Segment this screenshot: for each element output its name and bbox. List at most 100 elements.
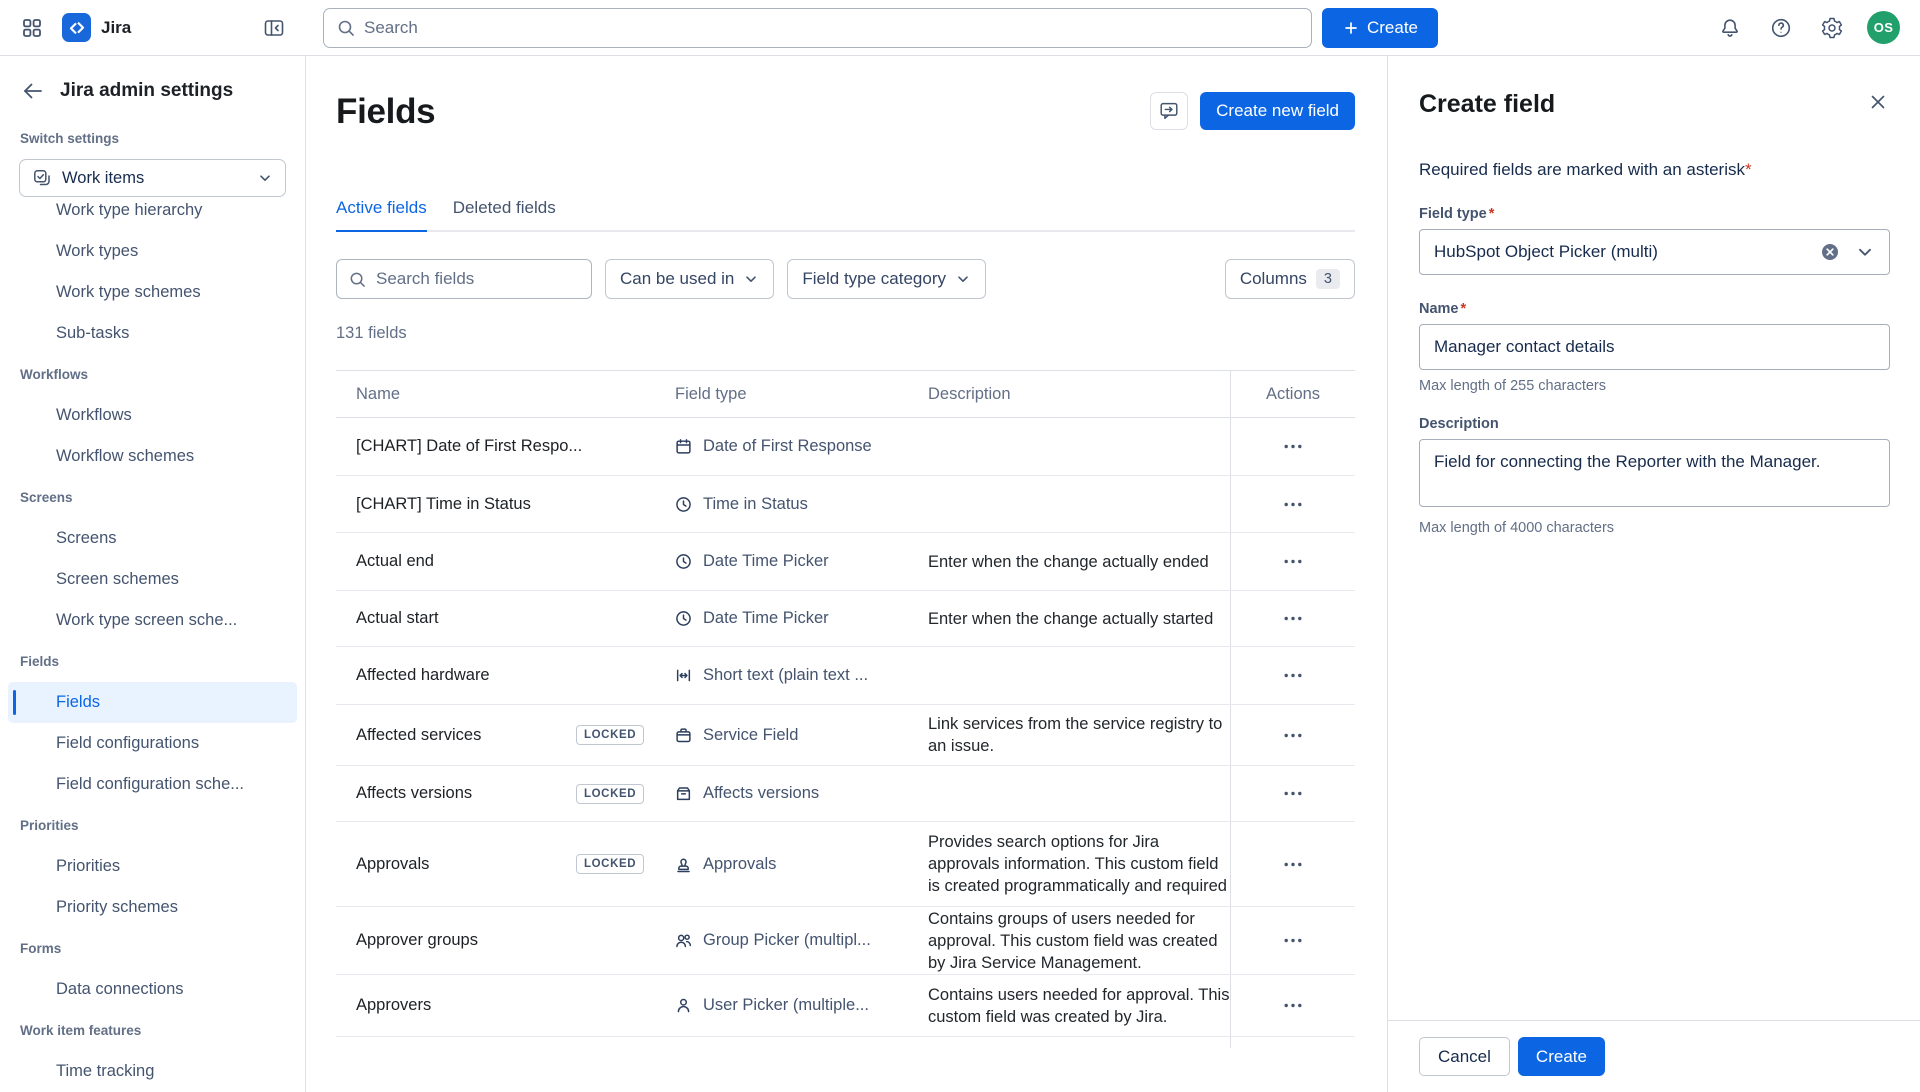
sidebar-item-priority-schemes[interactable]: Priority schemes (0, 887, 305, 928)
notifications-button[interactable] (1714, 12, 1746, 44)
fields-table: Name Field type Description Actions [CHA… (336, 370, 1355, 1048)
admin-sidebar: Jira admin settings Switch settings Work… (0, 56, 306, 1092)
table-row: Affects versions LOCKED Affects versions (336, 766, 1355, 822)
clear-selection-icon[interactable] (1820, 242, 1840, 262)
panel-close-button[interactable] (1862, 86, 1894, 118)
table-row: Affected services LOCKED Service Field L… (336, 705, 1355, 766)
table-row: Approvers User Picker (multiple... Conta… (336, 975, 1355, 1037)
fields-page: Fields Create new field Active (306, 56, 1387, 1092)
name-label: Name* (1419, 301, 1890, 317)
feedback-icon (1158, 100, 1180, 122)
table-row: [CHART] Time in Status Time in Status (336, 476, 1355, 533)
table-row: Affected hardware Short text (plain text… (336, 647, 1355, 705)
panel-collapse-icon (262, 16, 286, 40)
row-actions-button[interactable] (1276, 436, 1310, 457)
page-title: Fields (336, 92, 435, 132)
service-field-icon (675, 727, 692, 744)
back-button[interactable] (20, 78, 46, 104)
global-search-input[interactable] (364, 18, 1299, 38)
row-actions-button[interactable] (1276, 665, 1310, 686)
sidebar-item-work-types[interactable]: Work types (0, 231, 305, 272)
description-textarea[interactable]: Field for connecting the Reporter with t… (1419, 439, 1890, 507)
row-actions-button[interactable] (1276, 551, 1310, 572)
sidebar-item-field-configurations[interactable]: Field configurations (0, 723, 305, 764)
sidebar-section-priorities: Priorities (0, 805, 305, 846)
tab-deleted-fields[interactable]: Deleted fields (453, 198, 556, 230)
settings-switcher-value: Work items (62, 169, 247, 188)
tab-active-fields[interactable]: Active fields (336, 198, 427, 232)
sidebar-item-workflows[interactable]: Workflows (0, 395, 305, 436)
sidebar-collapse-button[interactable] (258, 12, 290, 44)
name-input[interactable] (1419, 324, 1890, 370)
sidebar-item-work-type-hierarchy[interactable]: Work type hierarchy (0, 190, 305, 231)
top-bar: Jira Create (0, 0, 1920, 56)
sidebar-item-field-configuration-schemes[interactable]: Field configuration sche... (0, 764, 305, 805)
chevron-down-icon (257, 170, 273, 186)
settings-button[interactable] (1816, 12, 1848, 44)
columns-count-badge: 3 (1316, 269, 1340, 289)
global-search[interactable] (323, 8, 1312, 48)
sidebar-item-work-type-screen-schemes[interactable]: Work type screen sche... (0, 600, 305, 641)
required-fields-note: Required fields are marked with an aster… (1419, 160, 1890, 180)
question-icon (1769, 16, 1793, 40)
search-fields[interactable] (336, 259, 592, 299)
create-new-field-button[interactable]: Create new field (1200, 92, 1355, 130)
clock-icon (675, 610, 692, 627)
field-type-select[interactable]: HubSpot Object Picker (multi) (1419, 229, 1890, 275)
fields-tabs: Active fields Deleted fields (336, 198, 1355, 232)
switch-settings-label: Switch settings (0, 131, 305, 146)
app-name: Jira (101, 18, 131, 38)
chevron-down-icon (743, 271, 759, 287)
row-actions-button[interactable] (1276, 783, 1310, 804)
global-create-button[interactable]: Create (1322, 8, 1438, 48)
sidebar-section-screens: Screens (0, 477, 305, 518)
sidebar-nav: Work type hierarchy Work types Work type… (0, 190, 305, 1092)
user-avatar[interactable]: OS (1867, 11, 1900, 44)
asterisk: * (1745, 160, 1752, 179)
row-actions-button[interactable] (1276, 608, 1310, 629)
table-row: Approver groups Group Picker (multipl...… (336, 907, 1355, 975)
description-label: Description (1419, 416, 1890, 432)
app-grid-icon (20, 16, 44, 40)
sidebar-section-fields: Fields (0, 641, 305, 682)
can-be-used-in-filter[interactable]: Can be used in (605, 259, 774, 299)
table-row: Approvals LOCKED Approvals Provides sear… (336, 822, 1355, 907)
sidebar-item-work-type-schemes[interactable]: Work type schemes (0, 272, 305, 313)
panel-footer: Cancel Create (1388, 1020, 1920, 1092)
plus-icon (1342, 19, 1360, 37)
search-icon (336, 18, 356, 38)
fields-filters: Can be used in Field type category Colum… (336, 259, 1355, 299)
row-actions-button[interactable] (1276, 725, 1310, 746)
row-actions-button[interactable] (1276, 854, 1310, 875)
versions-box-icon (675, 785, 692, 802)
sidebar-item-fields[interactable]: Fields (8, 682, 297, 723)
locked-badge: LOCKED (576, 854, 644, 874)
locked-badge: LOCKED (576, 784, 644, 804)
text-width-icon (675, 667, 692, 684)
create-button[interactable]: Create (1518, 1037, 1605, 1076)
sidebar-item-time-tracking[interactable]: Time tracking (0, 1051, 305, 1092)
columns-button[interactable]: Columns 3 (1225, 259, 1355, 299)
sidebar-item-workflow-schemes[interactable]: Workflow schemes (0, 436, 305, 477)
field-type-label: Field type* (1419, 206, 1890, 222)
sidebar-item-screen-schemes[interactable]: Screen schemes (0, 559, 305, 600)
cancel-button[interactable]: Cancel (1419, 1037, 1510, 1076)
clock-icon (675, 496, 692, 513)
field-type-category-filter[interactable]: Field type category (787, 259, 986, 299)
row-actions-button[interactable] (1276, 930, 1310, 951)
jira-logo-icon[interactable] (62, 13, 91, 42)
sidebar-item-data-connections[interactable]: Data connections (0, 969, 305, 1010)
row-actions-button[interactable] (1276, 494, 1310, 515)
header-name: Name (336, 371, 672, 417)
app-switcher-button[interactable] (16, 12, 48, 44)
sidebar-item-sub-tasks[interactable]: Sub-tasks (0, 313, 305, 354)
sidebar-item-screens[interactable]: Screens (0, 518, 305, 559)
help-button[interactable] (1765, 12, 1797, 44)
sidebar-item-priorities[interactable]: Priorities (0, 846, 305, 887)
search-fields-input[interactable] (376, 269, 566, 289)
row-actions-button[interactable] (1276, 995, 1310, 1016)
locked-badge: LOCKED (576, 725, 644, 745)
asterisk: * (1461, 301, 1467, 317)
group-icon (675, 932, 692, 949)
feedback-button[interactable] (1150, 92, 1188, 130)
